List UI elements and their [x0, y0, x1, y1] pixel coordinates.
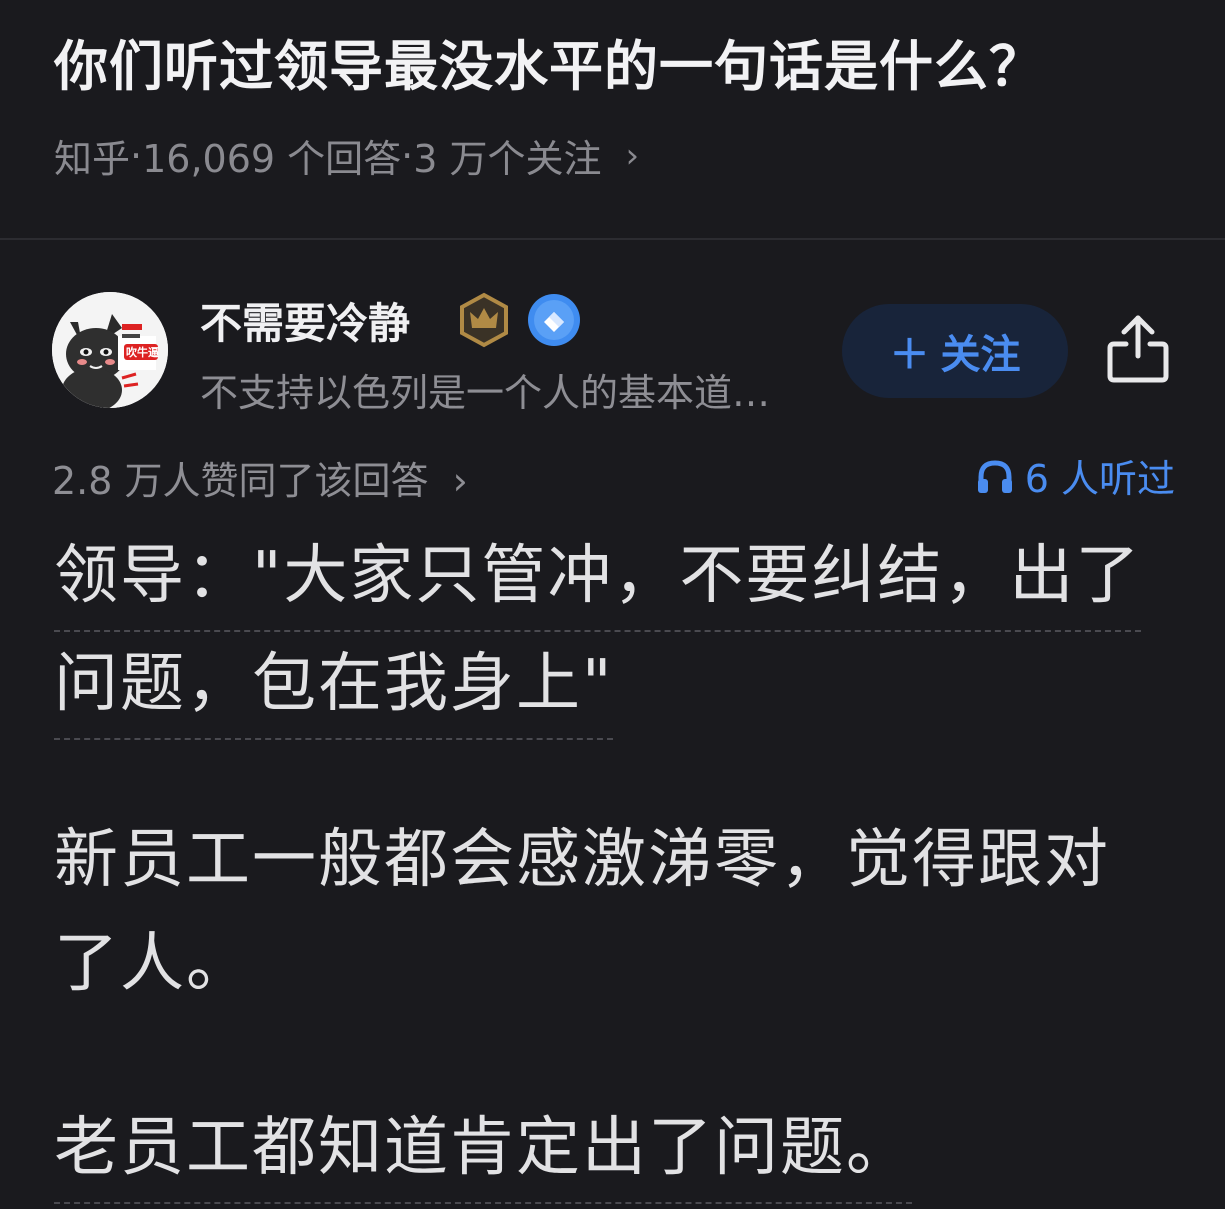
author-bio: 不支持以色列是一个人的基本道… — [200, 371, 771, 415]
share-icon[interactable] — [1106, 312, 1170, 384]
answer-paragraph: 新员工一般都会感激涕零，觉得跟对 了人。 — [54, 808, 1110, 1016]
answer-count: 16,069 个回答 — [142, 137, 402, 181]
meta-separator: · — [401, 133, 414, 178]
answer-page: 你们听过领导最没水平的一句话是什么？ 知乎 · 16,069 个回答 · 3 万… — [0, 0, 1225, 1209]
meta-separator: · — [130, 133, 143, 178]
divider — [0, 238, 1225, 240]
answer-line: 问题，包在我身上" — [54, 632, 614, 740]
black-cat-avatar-icon: 吹牛逼 — [52, 292, 168, 408]
vote-count: 2.8 万人赞同了该回答 — [52, 459, 429, 503]
question-title[interactable]: 你们听过领导最没水平的一句话是什么？ — [54, 22, 1044, 101]
answer-paragraph: 老员工都知道肯定出了问题。 — [54, 1096, 912, 1204]
answer-line: 了人。 — [54, 927, 252, 1001]
answer-paragraph: 领导："大家只管冲，不要纠结，出了 问题，包在我身上" — [54, 524, 1142, 740]
verified-badge-icon[interactable] — [526, 292, 582, 348]
crown-badge-icon[interactable] — [456, 292, 512, 348]
follow-button[interactable]: ＋ 关注 — [842, 304, 1068, 398]
chevron-right-icon: › — [452, 459, 468, 503]
follower-count: 3 万个关注 — [413, 137, 602, 181]
chevron-right-icon: › — [625, 135, 640, 176]
source-label: 知乎 — [54, 137, 131, 181]
listen-count-label: 6 人听过 — [1024, 457, 1175, 501]
answer-line: 领导："大家只管冲，不要纠结，出了 — [54, 524, 1142, 632]
answer-line: 老员工都知道肯定出了问题。 — [54, 1096, 912, 1204]
answer-line: 新员工一般都会感激涕零，觉得跟对 — [54, 823, 1110, 897]
listen-count[interactable]: 6 人听过 — [975, 448, 1175, 503]
question-meta[interactable]: 知乎 · 16,069 个回答 · 3 万个关注 › — [54, 128, 639, 183]
headphones-icon — [977, 459, 1012, 493]
avatar[interactable]: 吹牛逼 — [52, 292, 168, 408]
vote-summary[interactable]: 2.8 万人赞同了该回答 › — [52, 450, 468, 505]
svg-text:吹牛逼: 吹牛逼 — [126, 345, 159, 359]
author-name[interactable]: 不需要冷静 — [200, 290, 410, 351]
